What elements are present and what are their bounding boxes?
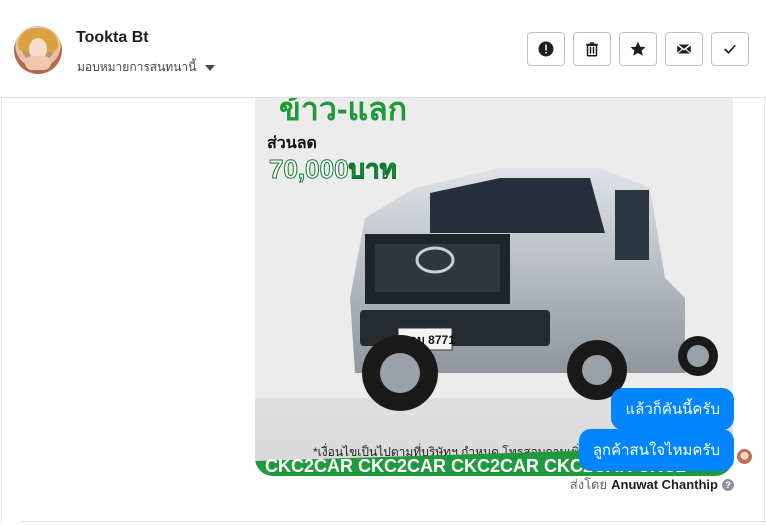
mark-unread-button[interactable] bbox=[665, 32, 703, 66]
assign-label: มอบหมายการสนทนานี้ bbox=[77, 60, 197, 74]
trash-icon bbox=[586, 42, 598, 57]
contact-avatar[interactable] bbox=[14, 26, 62, 74]
alert-icon bbox=[538, 41, 554, 57]
message-bubble[interactable]: ลูกค้าสนใจไหมครับ bbox=[578, 429, 734, 471]
discount-amount: 70,000บาท bbox=[269, 154, 397, 184]
star-button[interactable] bbox=[619, 32, 657, 66]
assign-conversation-dropdown[interactable]: มอบหมายการสนทนานี้ bbox=[77, 58, 216, 77]
conversation-header: Tookta Bt มอบหมายการสนทนานี้ bbox=[0, 0, 766, 98]
mark-done-button[interactable] bbox=[711, 32, 749, 66]
mail-icon bbox=[676, 43, 692, 54]
mark-spam-button[interactable] bbox=[527, 32, 565, 66]
delete-button[interactable] bbox=[573, 32, 611, 66]
contact-name[interactable]: Tookta Bt bbox=[76, 29, 149, 47]
composer-divider bbox=[20, 521, 766, 522]
avatar-hands bbox=[25, 56, 51, 70]
sent-by-name[interactable]: Anuwat Chanthip bbox=[611, 477, 718, 492]
promo-prefix: ข้าว-แลก bbox=[279, 98, 407, 127]
star-icon bbox=[630, 41, 646, 56]
check-icon bbox=[724, 44, 736, 54]
caret-down-icon bbox=[205, 64, 216, 71]
header-actions bbox=[527, 32, 749, 66]
sender-avatar bbox=[737, 449, 752, 464]
sent-by-prefix: ส่งโดย bbox=[569, 477, 608, 492]
discount-label: ส่วนลด bbox=[267, 135, 317, 152]
message-thread[interactable]: 6กม 8771 ข้าว-แลก ส่วนลด 70,000บาท *เงื่… bbox=[0, 98, 766, 525]
sent-by-info: ส่งโดย Anuwat Chanthip ? bbox=[570, 474, 734, 495]
help-icon[interactable]: ? bbox=[722, 478, 734, 491]
message-bubble[interactable]: แล้วก็คันนี้ครับ bbox=[611, 388, 734, 430]
